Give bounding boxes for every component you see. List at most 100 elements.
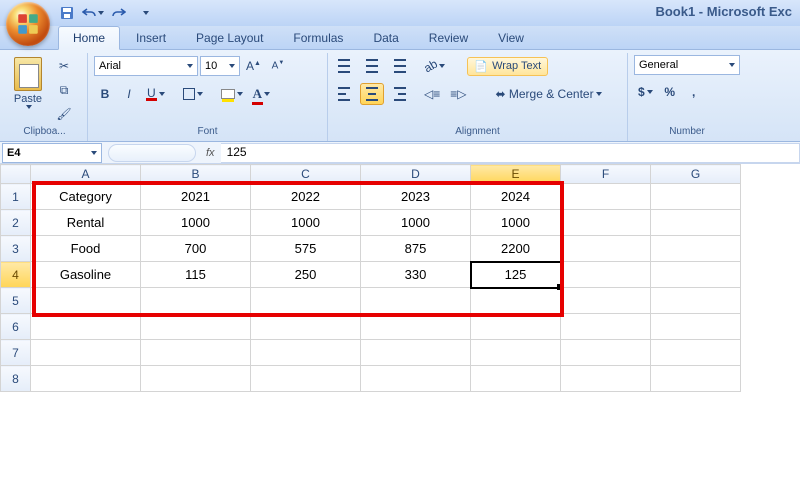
cell-E4[interactable]: 125 xyxy=(471,262,561,288)
cell-A5[interactable] xyxy=(31,288,141,314)
column-header-B[interactable]: B xyxy=(141,165,251,184)
cell-D5[interactable] xyxy=(361,288,471,314)
select-all-corner[interactable] xyxy=(1,165,31,184)
increase-indent-button[interactable]: ≡▷ xyxy=(446,83,470,105)
row-header-4[interactable]: 4 xyxy=(1,262,31,288)
font-name-selector[interactable]: Arial xyxy=(94,56,198,76)
copy-button[interactable]: ⧉ xyxy=(52,79,76,101)
cell-A8[interactable] xyxy=(31,366,141,392)
number-format-selector[interactable]: General xyxy=(634,55,740,75)
decrease-indent-button[interactable]: ◁≡ xyxy=(420,83,444,105)
cell-C5[interactable] xyxy=(251,288,361,314)
cell-F4[interactable] xyxy=(561,262,651,288)
cell-G8[interactable] xyxy=(651,366,741,392)
fill-color-button[interactable] xyxy=(217,83,247,105)
cell-F6[interactable] xyxy=(561,314,651,340)
cell-A3[interactable]: Food xyxy=(31,236,141,262)
cell-B5[interactable] xyxy=(141,288,251,314)
accounting-format-button[interactable]: $ xyxy=(634,81,657,103)
cell-F3[interactable] xyxy=(561,236,651,262)
cell-C6[interactable] xyxy=(251,314,361,340)
font-color-button[interactable]: A xyxy=(249,83,274,105)
cell-D6[interactable] xyxy=(361,314,471,340)
bold-button[interactable]: B xyxy=(94,83,116,105)
cell-C3[interactable]: 575 xyxy=(251,236,361,262)
row-header-3[interactable]: 3 xyxy=(1,236,31,262)
cell-C4[interactable]: 250 xyxy=(251,262,361,288)
align-center-button[interactable] xyxy=(360,83,384,105)
cell-G2[interactable] xyxy=(651,210,741,236)
cell-E6[interactable] xyxy=(471,314,561,340)
fx-icon[interactable]: fx xyxy=(206,147,215,159)
cell-G7[interactable] xyxy=(651,340,741,366)
tab-review[interactable]: Review xyxy=(415,27,482,49)
cell-E7[interactable] xyxy=(471,340,561,366)
cell-D8[interactable] xyxy=(361,366,471,392)
cell-B8[interactable] xyxy=(141,366,251,392)
align-right-button[interactable] xyxy=(386,83,410,105)
tab-formulas[interactable]: Formulas xyxy=(279,27,357,49)
cell-B6[interactable] xyxy=(141,314,251,340)
comma-format-button[interactable]: , xyxy=(683,81,705,103)
tab-insert[interactable]: Insert xyxy=(122,27,180,49)
row-header-7[interactable]: 7 xyxy=(1,340,31,366)
column-header-A[interactable]: A xyxy=(31,165,141,184)
cell-B1[interactable]: 2021 xyxy=(141,184,251,210)
cell-C7[interactable] xyxy=(251,340,361,366)
office-button[interactable] xyxy=(6,2,50,46)
column-header-D[interactable]: D xyxy=(361,165,471,184)
cell-E2[interactable]: 1000 xyxy=(471,210,561,236)
cell-E5[interactable] xyxy=(471,288,561,314)
cell-B4[interactable]: 115 xyxy=(141,262,251,288)
cell-G3[interactable] xyxy=(651,236,741,262)
cell-F7[interactable] xyxy=(561,340,651,366)
cell-E8[interactable] xyxy=(471,366,561,392)
cell-A1[interactable]: Category xyxy=(31,184,141,210)
cell-B7[interactable] xyxy=(141,340,251,366)
cell-D1[interactable]: 2023 xyxy=(361,184,471,210)
wrap-text-button[interactable]: 📄Wrap Text xyxy=(467,57,548,76)
qat-redo-button[interactable] xyxy=(108,3,130,23)
cell-D3[interactable]: 875 xyxy=(361,236,471,262)
percent-format-button[interactable]: % xyxy=(659,81,681,103)
cell-B3[interactable]: 700 xyxy=(141,236,251,262)
cell-G6[interactable] xyxy=(651,314,741,340)
cell-C8[interactable] xyxy=(251,366,361,392)
align-left-button[interactable] xyxy=(334,83,358,105)
cell-G1[interactable] xyxy=(651,184,741,210)
shrink-font-button[interactable]: A▼ xyxy=(267,55,289,77)
tab-home[interactable]: Home xyxy=(58,26,120,50)
cell-F8[interactable] xyxy=(561,366,651,392)
row-header-6[interactable]: 6 xyxy=(1,314,31,340)
row-header-8[interactable]: 8 xyxy=(1,366,31,392)
cell-D2[interactable]: 1000 xyxy=(361,210,471,236)
cell-C2[interactable]: 1000 xyxy=(251,210,361,236)
cell-A4[interactable]: Gasoline xyxy=(31,262,141,288)
cell-D4[interactable]: 330 xyxy=(361,262,471,288)
formula-input[interactable]: 125 xyxy=(221,143,800,163)
cell-A6[interactable] xyxy=(31,314,141,340)
italic-button[interactable]: I xyxy=(118,83,140,105)
cell-F1[interactable] xyxy=(561,184,651,210)
column-header-C[interactable]: C xyxy=(251,165,361,184)
tab-page-layout[interactable]: Page Layout xyxy=(182,27,277,49)
cell-E3[interactable]: 2200 xyxy=(471,236,561,262)
tab-view[interactable]: View xyxy=(484,27,538,49)
underline-button[interactable]: U xyxy=(142,83,169,105)
column-header-G[interactable]: G xyxy=(651,165,741,184)
cut-button[interactable]: ✂ xyxy=(52,55,76,77)
qat-save-button[interactable] xyxy=(56,3,78,23)
row-header-1[interactable]: 1 xyxy=(1,184,31,210)
cell-B2[interactable]: 1000 xyxy=(141,210,251,236)
column-header-E[interactable]: E xyxy=(471,165,561,184)
qat-customize-button[interactable] xyxy=(134,3,156,23)
row-header-2[interactable]: 2 xyxy=(1,210,31,236)
font-size-selector[interactable]: 10 xyxy=(200,56,240,76)
paste-button[interactable]: Paste xyxy=(8,55,48,121)
cell-C1[interactable]: 2022 xyxy=(251,184,361,210)
cell-G5[interactable] xyxy=(651,288,741,314)
cell-A7[interactable] xyxy=(31,340,141,366)
cell-D7[interactable] xyxy=(361,340,471,366)
cell-E1[interactable]: 2024 xyxy=(471,184,561,210)
row-header-5[interactable]: 5 xyxy=(1,288,31,314)
